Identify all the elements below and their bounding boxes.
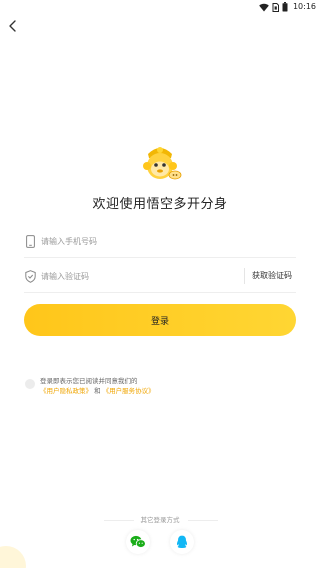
chevron-left-icon [9, 20, 16, 32]
terms-link[interactable]: 《用户服务协议》 [103, 387, 155, 395]
get-code-button[interactable]: 获取验证码 [252, 270, 292, 281]
wechat-login-button[interactable] [126, 530, 150, 554]
phone-field [24, 224, 296, 258]
back-button[interactable] [4, 16, 22, 36]
other-login-section: 其它登录方式 [0, 514, 320, 526]
status-time: 10:16 [292, 2, 316, 11]
agreement-and: 和 [94, 387, 101, 395]
code-input[interactable] [41, 266, 231, 286]
phone-input[interactable] [41, 231, 231, 251]
phone-icon [24, 234, 36, 248]
qq-login-button[interactable] [170, 530, 194, 554]
app-logo [138, 144, 182, 184]
wifi-icon [259, 3, 269, 11]
wechat-icon [130, 535, 146, 548]
login-button[interactable]: 登录 [24, 304, 296, 336]
status-icons: 10:16 [259, 1, 316, 13]
shield-icon [24, 269, 36, 283]
page-title: 欢迎使用悟空多开分身 [92, 197, 228, 212]
sim-icon [272, 2, 279, 12]
battery-icon [282, 2, 288, 12]
corner-decoration [0, 546, 26, 568]
privacy-policy-link[interactable]: 《用户隐私政策》 [40, 387, 92, 395]
qq-icon [177, 535, 187, 549]
agreement-links: 《用户隐私政策》 和 《用户服务协议》 [40, 386, 155, 396]
agreement-checkbox[interactable] [25, 379, 35, 389]
agreement-text: 登录即表示您已阅读并同意我们的 [40, 377, 138, 385]
monkey-king-logo [143, 147, 182, 180]
status-bar: 10:16 [0, 0, 320, 14]
code-divider [244, 268, 245, 284]
code-field: 获取验证码 [24, 259, 296, 293]
other-login-label: 其它登录方式 [140, 516, 180, 524]
